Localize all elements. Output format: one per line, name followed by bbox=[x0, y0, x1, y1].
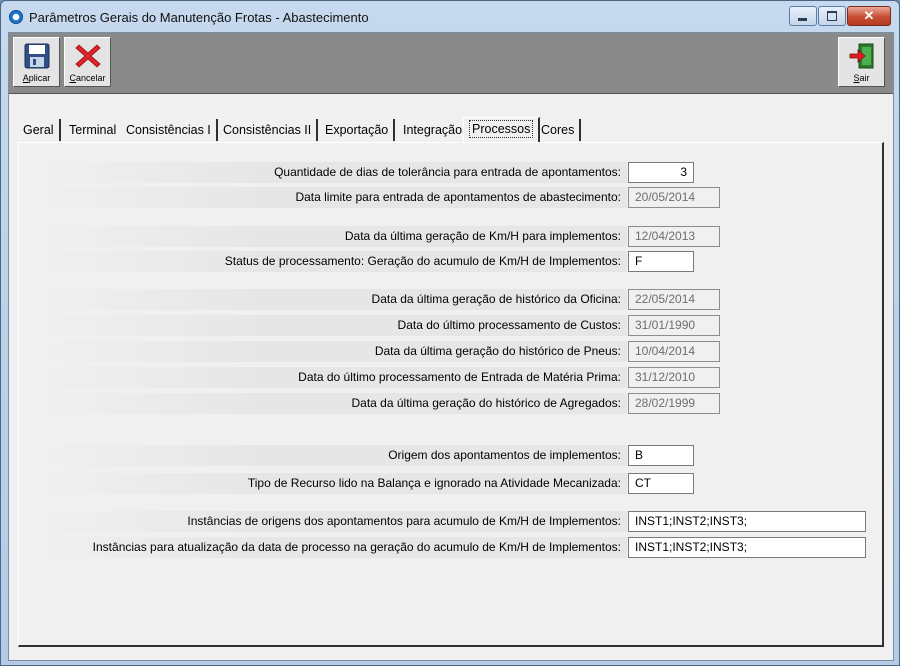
maximize-button[interactable] bbox=[818, 6, 846, 26]
processos-panel: Quantidade de dias de tolerância para en… bbox=[18, 142, 884, 647]
implements-origin-input[interactable]: B bbox=[628, 445, 694, 466]
origin-instances-label: Instâncias de origens dos apontamentos p… bbox=[31, 511, 627, 532]
tab-exportacao[interactable]: Exportação bbox=[320, 119, 396, 141]
tolerance-days-input[interactable]: 3 bbox=[628, 162, 694, 183]
raw-material-processing-field: 31/12/2010 bbox=[628, 367, 720, 388]
apply-button[interactable]: Aplicar bbox=[13, 37, 60, 87]
exit-button[interactable]: Sair bbox=[838, 37, 885, 87]
tab-consistencias-ii[interactable]: Consistências II bbox=[218, 119, 319, 141]
app-icon bbox=[9, 10, 23, 24]
tab-integracao[interactable]: Integração bbox=[398, 119, 470, 141]
origin-instances-input[interactable]: INST1;INST2;INST3; bbox=[628, 511, 866, 532]
tab-label: Terminal bbox=[69, 123, 117, 137]
window-title: Parâmetros Gerais do Manutenção Frotas -… bbox=[29, 10, 369, 25]
tab-label: Consistências I bbox=[126, 123, 211, 137]
minimize-button[interactable] bbox=[789, 6, 817, 26]
costs-processing-field: 31/01/1990 bbox=[628, 315, 720, 336]
window-controls: ✕ bbox=[788, 6, 891, 26]
entry-limit-date-label: Data limite para entrada de apontamentos… bbox=[31, 187, 627, 208]
tab-consistencias-i[interactable]: Consistências I bbox=[121, 119, 218, 141]
resource-type-input[interactable]: CT bbox=[628, 473, 694, 494]
aggregates-history-field: 28/02/1999 bbox=[628, 393, 720, 414]
tab-label: Processos bbox=[469, 120, 534, 138]
update-instances-input[interactable]: INST1;INST2;INST3; bbox=[628, 537, 866, 558]
floppy-disk-icon bbox=[24, 43, 50, 69]
costs-processing-label: Data do último processamento de Custos: bbox=[31, 315, 627, 336]
tab-processos[interactable]: Processos bbox=[463, 117, 541, 142]
last-kmh-generation-label: Data da última geração de Km/H para impl… bbox=[31, 226, 627, 247]
maximize-icon bbox=[827, 11, 837, 21]
processing-status-input[interactable]: F bbox=[628, 251, 694, 272]
entry-limit-date-field: 20/05/2014 bbox=[628, 187, 720, 208]
implements-origin-label: Origem dos apontamentos de implementos: bbox=[31, 445, 627, 466]
app-window: Parâmetros Gerais do Manutenção Frotas -… bbox=[0, 0, 900, 666]
close-icon: ✕ bbox=[863, 8, 875, 23]
workshop-history-label: Data da última geração de histórico da O… bbox=[31, 289, 627, 310]
tab-label: Integração bbox=[403, 123, 463, 137]
tires-history-label: Data da última geração do histórico de P… bbox=[31, 341, 627, 362]
tolerance-days-label: Quantidade de dias de tolerância para en… bbox=[31, 162, 627, 183]
resource-type-label: Tipo de Recurso lido na Balança e ignora… bbox=[31, 473, 627, 494]
client-area: Aplicar Cancelar Sair Geral Terminal Con bbox=[8, 32, 894, 661]
tab-cores[interactable]: Cores bbox=[536, 119, 582, 141]
processing-status-label: Status de processamento: Geração do acum… bbox=[31, 251, 627, 272]
tab-label: Exportação bbox=[325, 123, 389, 137]
aggregates-history-label: Data da última geração do histórico de A… bbox=[31, 393, 627, 414]
apply-label: Aplicar bbox=[22, 73, 51, 83]
tab-terminal[interactable]: Terminal bbox=[64, 119, 124, 141]
cancel-button[interactable]: Cancelar bbox=[64, 37, 111, 87]
exit-label: Sair bbox=[853, 73, 870, 83]
tires-history-field: 10/04/2014 bbox=[628, 341, 720, 362]
cancel-label: Cancelar bbox=[69, 73, 106, 83]
minimize-icon bbox=[798, 18, 807, 21]
close-button[interactable]: ✕ bbox=[847, 6, 891, 26]
update-instances-label: Instâncias para atualização da data de p… bbox=[31, 537, 627, 558]
tab-label: Consistências II bbox=[223, 123, 312, 137]
red-x-icon bbox=[75, 44, 101, 68]
last-kmh-generation-field: 12/04/2013 bbox=[628, 226, 720, 247]
tab-label: Geral bbox=[23, 123, 54, 137]
tab-geral[interactable]: Geral bbox=[18, 119, 61, 141]
tab-label: Cores bbox=[541, 123, 575, 137]
exit-door-icon bbox=[849, 43, 874, 69]
workshop-history-field: 22/05/2014 bbox=[628, 289, 720, 310]
toolbar: Aplicar Cancelar Sair bbox=[9, 33, 893, 94]
raw-material-processing-label: Data do último processamento de Entrada … bbox=[31, 367, 627, 388]
title-bar[interactable]: Parâmetros Gerais do Manutenção Frotas -… bbox=[1, 1, 899, 33]
